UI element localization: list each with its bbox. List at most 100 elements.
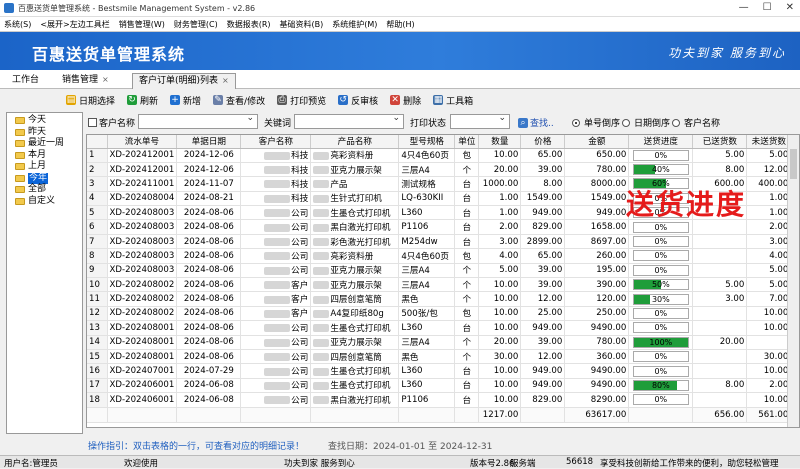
customer-select[interactable] <box>138 113 258 129</box>
toolbar-button-0[interactable]: ▤ 日期选择 <box>66 94 115 107</box>
table-row[interactable]: 7 XD-202408003 2024-08-06 公司 彩色激光打印机 M254dw 台 3… <box>87 234 792 250</box>
cell-date: 2024-08-06 <box>176 335 242 350</box>
menu-item-1[interactable]: <展开>左边工具栏 <box>40 19 109 30</box>
table-row[interactable]: 12 XD-202408002 2024-08-06 客户 A4复印纸80g 500张/包… <box>87 306 792 322</box>
tab-customer-orders[interactable]: 客户订单(明细)列表 × <box>132 73 236 89</box>
customer-filter-checkbox[interactable]: 客户名称 <box>88 116 135 129</box>
tree-item-3[interactable]: 本月 <box>7 150 82 162</box>
table-row[interactable]: 14 XD-202408001 2024-08-06 公司 亚克力展示架 三层A4 个 20.… <box>87 335 792 350</box>
close-button[interactable]: ✕ <box>786 2 794 13</box>
toolbar-button-5[interactable]: ↺ 反审核 <box>338 94 378 107</box>
toolbar-button-2[interactable]: + 新增 <box>170 94 201 107</box>
toolbar-button-4[interactable]: ⎙ 打印预览 <box>277 94 326 107</box>
column-header-3[interactable]: 产品名称 <box>310 135 400 149</box>
toolbar-button-6[interactable]: ✕ 删除 <box>390 94 421 107</box>
tree-item-2[interactable]: 最近一周 <box>7 138 82 150</box>
checkbox[interactable] <box>88 118 97 127</box>
table-row[interactable]: 13 XD-202408001 2024-08-06 公司 生墨仓式打印机 L360 台 10… <box>87 320 792 336</box>
tab-workbench[interactable]: 工作台 <box>6 73 45 89</box>
table-row[interactable]: 17 XD-202406001 2024-06-08 公司 生墨仓式打印机 L360 台 10… <box>87 378 792 394</box>
menu-item-3[interactable]: 财务管理(C) <box>174 19 218 30</box>
menu-item-7[interactable]: 帮助(H) <box>386 19 414 30</box>
cell-amount: 120.00 <box>564 291 630 307</box>
column-header-5[interactable]: 单位 <box>454 135 480 149</box>
redacted-name <box>264 166 291 175</box>
vertical-scrollbar[interactable] <box>787 135 799 427</box>
tab-sales[interactable]: 销售管理 × <box>56 73 115 89</box>
keyword-select[interactable] <box>294 113 404 129</box>
cell-pending: 30.00 <box>746 349 792 365</box>
tree-item-4[interactable]: 上月 <box>7 161 82 173</box>
menu-item-6[interactable]: 系统维护(M) <box>332 19 377 30</box>
tree-item-0[interactable]: 今天 <box>7 115 82 127</box>
table-row[interactable]: 9 XD-202408003 2024-08-06 公司 亚克力展示架 三层A4 个 5.00… <box>87 263 792 279</box>
banner: 百惠送货单管理系统 功夫到家 服务到心 <box>0 32 800 70</box>
close-icon[interactable]: × <box>222 74 229 88</box>
column-header-4[interactable]: 型号规格 <box>398 135 456 149</box>
progress-bar: 0% <box>632 365 689 377</box>
table-row[interactable]: 1 XD-202412001 2024-12-06 科技 亮彩资料册 4只4色60页包 10… <box>87 148 792 163</box>
menu-item-2[interactable]: 销售管理(W) <box>119 19 165 30</box>
table-row[interactable]: 2 XD-202412001 2024-12-06 科技 亚克力展示架 三层A4 个 20.0… <box>87 162 792 178</box>
orders-grid[interactable]: 流水单号 单据日期 客户名称 产品名称 型号规格 单位 数量 价格 金额 送货进度 已送货数 未送货数… <box>86 134 800 428</box>
cell-amount: 250.00 <box>564 306 630 322</box>
progress-text: 0% <box>654 352 668 362</box>
sort-date-radio[interactable]: 日期倒序 <box>622 116 670 129</box>
sort-order-radio[interactable]: 单号倒序 <box>572 116 620 129</box>
menu-item-5[interactable]: 基础资料(B) <box>280 19 324 30</box>
cell-date: 2024-08-06 <box>176 277 242 293</box>
total-price <box>520 406 566 423</box>
redacted-name <box>313 238 330 247</box>
column-header-0[interactable]: 流水单号 <box>107 135 178 149</box>
cell-model: 黑色 <box>398 291 456 307</box>
tree-item-6[interactable]: 全部 <box>7 184 82 196</box>
cell-pending: 5.00 <box>746 263 792 279</box>
sort-customer-radio[interactable]: 客户名称 <box>672 116 720 129</box>
search-button[interactable]: ⌕ 查找.. <box>518 116 554 129</box>
table-row[interactable]: 15 XD-202408001 2024-08-06 公司 四层创意笔筒 黑色个 30.00… <box>87 349 792 365</box>
redacted-name <box>313 367 330 376</box>
print-status-select[interactable] <box>450 113 510 129</box>
redacted-name <box>313 295 330 304</box>
toolbar-button-3[interactable]: ✎ 查看/修改 <box>213 94 265 107</box>
total-unit <box>454 406 480 423</box>
redacted-name <box>313 281 330 290</box>
minimize-button[interactable]: — <box>739 2 749 13</box>
close-icon[interactable]: × <box>102 73 109 87</box>
column-header-8[interactable]: 金额 <box>564 135 630 149</box>
column-header-6[interactable]: 数量 <box>478 135 522 149</box>
column-header-2[interactable]: 客户名称 <box>240 135 312 149</box>
hint-bar: 操作指引：双击表格的一行，可查看对应的明细记录！ 查找日期：2024-01-01… <box>88 439 800 452</box>
menu-item-4[interactable]: 数据报表(R) <box>227 19 271 30</box>
column-header-7[interactable]: 价格 <box>520 135 566 149</box>
column-header-9[interactable]: 送货进度 <box>628 135 694 149</box>
cell-delivered <box>692 363 748 379</box>
cell-pending: 2.00 <box>746 219 792 235</box>
redacted-name <box>313 209 330 218</box>
add-icon: + <box>170 95 181 105</box>
table-row[interactable]: 11 XD-202408002 2024-08-06 客户 四层创意笔筒 黑色个 10.00… <box>87 291 792 307</box>
product-name: 亚克力展示架 <box>330 338 382 349</box>
cell-amount: 949.00 <box>564 205 630 221</box>
tree-item-7[interactable]: 自定义 <box>7 196 82 208</box>
cell-order: XD-202408001 <box>107 335 178 350</box>
tree-item-1[interactable]: 昨天 <box>7 127 82 139</box>
tree-item-5[interactable]: 今年 <box>7 172 82 184</box>
cell-product: 四层创意笔筒 <box>310 291 400 307</box>
table-row[interactable]: 8 XD-202408003 2024-08-06 公司 亮彩资料册 4只4色60页包 4.… <box>87 248 792 264</box>
table-row[interactable]: 10 XD-202408002 2024-08-06 客户 亚克力展示架 三层A4 个 10.… <box>87 277 792 293</box>
menu-item-0[interactable]: 系统(S) <box>4 19 31 30</box>
cell-model: L360 <box>398 320 456 336</box>
column-header-1[interactable]: 单据日期 <box>176 135 242 149</box>
table-header: 流水单号 单据日期 客户名称 产品名称 型号规格 单位 数量 价格 金额 送货进度 已送货数 未送货数 <box>87 135 792 149</box>
toolbar-button-7[interactable]: ▦ 工具箱 <box>433 94 473 107</box>
table-row[interactable]: 18 XD-202406001 2024-06-08 公司 黑白激光打印机 P1106 台 1… <box>87 392 792 408</box>
progress-bar: 0% <box>632 264 689 276</box>
column-header-11[interactable]: 未送货数 <box>746 135 792 149</box>
toolbar-button-1[interactable]: ↻ 刷新 <box>127 94 158 107</box>
scroll-thumb[interactable] <box>790 149 797 179</box>
table-row[interactable]: 16 XD-202407001 2024-07-29 公司 生墨仓式打印机 L360 台 10… <box>87 363 792 379</box>
column-header-10[interactable]: 已送货数 <box>692 135 748 149</box>
status-service: 服务端 <box>510 459 536 469</box>
maximize-button[interactable]: ☐ <box>763 2 772 13</box>
